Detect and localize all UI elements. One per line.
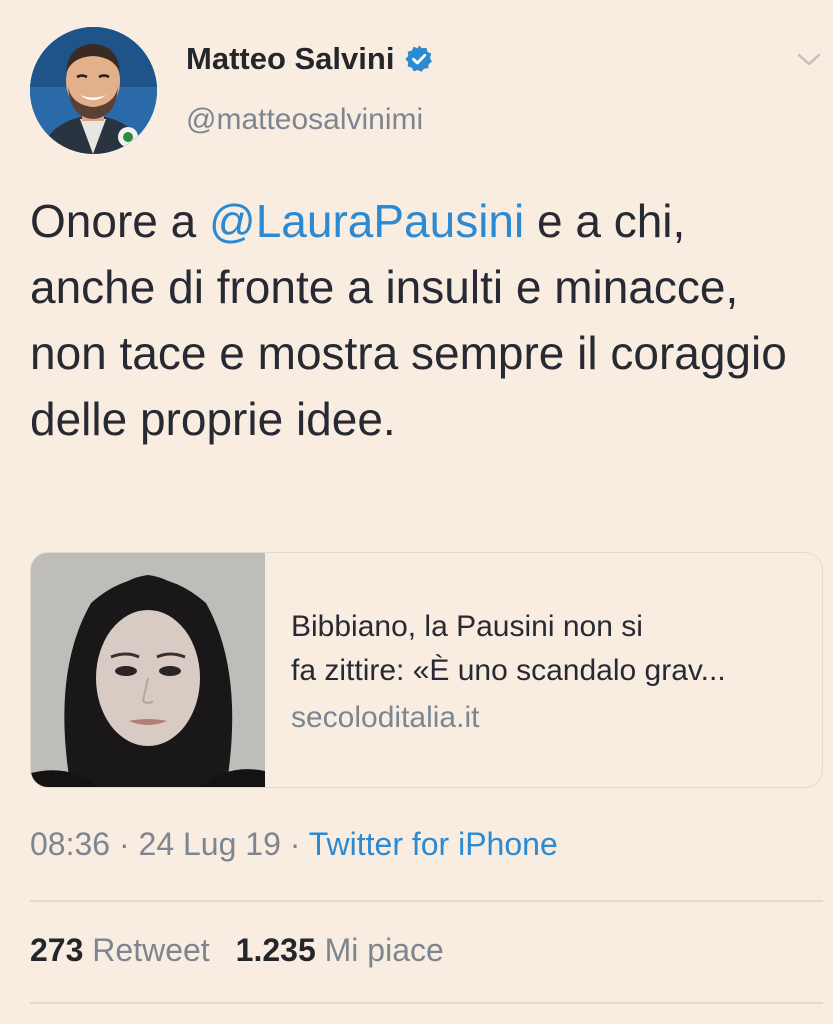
likes-label: Mi piace [324,932,444,968]
tweet-source-link[interactable]: Twitter for iPhone [309,826,558,862]
tweet-time: 08:36 [30,826,111,862]
likes-count: 1.235 [235,932,316,968]
avatar[interactable] [30,27,157,154]
mention-link[interactable]: @LauraPausini [209,195,524,247]
divider [30,900,823,902]
chevron-down-icon[interactable] [796,52,822,68]
divider [30,1002,823,1004]
likes-stat[interactable]: 1.235 Mi piace [236,932,444,968]
tweet-text-before: Onore a [30,195,209,247]
card-title[interactable]: Bibbiano, la Pausini non si fa zittire: … [291,605,811,693]
card-domain: secoloditalia.it [291,701,480,734]
author-name-text[interactable]: Matteo Salvini [186,41,394,77]
tweet: Matteo Salvini @matteosalvinimi Onore a … [0,0,833,1024]
author-handle[interactable]: @matteosalvinimi [186,103,423,137]
card-title-line-1: Bibbiano, la Pausini non si [291,610,643,643]
tweet-text: Onore a @LauraPausini e a chi, anche di … [30,188,800,452]
card-title-line-2: fa zittire: «È uno scandalo grav... [291,654,726,687]
tweet-date: 24 Lug 19 [138,826,281,862]
retweets-count: 273 [30,932,84,968]
retweets-label: Retweet [92,932,210,968]
card-thumbnail [31,553,265,787]
link-card[interactable]: Bibbiano, la Pausini non si fa zittire: … [30,552,823,788]
author-name[interactable]: Matteo Salvini [186,41,434,77]
tweet-meta: 08:36 · 24 Lug 19 · Twitter for iPhone [30,826,558,863]
verified-badge-icon [404,44,434,74]
meta-separator: · [280,826,309,862]
retweets-stat[interactable]: 273 Retweet [30,932,210,968]
tweet-stats: 273 Retweet 1.235 Mi piace [30,932,444,969]
meta-separator: · [110,826,139,862]
